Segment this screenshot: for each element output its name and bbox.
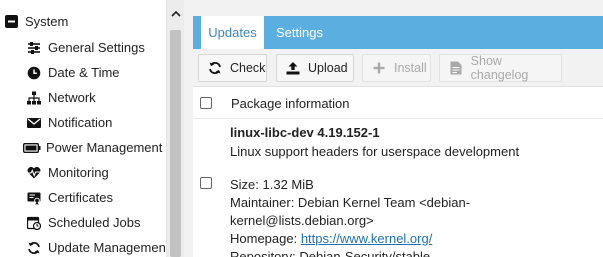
sidebar-item-date-time[interactable]: Date & Time — [0, 60, 166, 85]
package-maintainer: Maintainer: Debian Kernel Team <debian-k… — [230, 195, 471, 228]
scroll-up-arrow-icon[interactable] — [167, 0, 185, 26]
install-button[interactable]: Install — [362, 54, 431, 82]
scrollbar-thumb[interactable] — [170, 30, 181, 257]
sidebar-item-monitoring[interactable]: Monitoring — [0, 160, 166, 185]
upload-icon — [286, 61, 300, 75]
table-row: linux-libc-dev 4.19.152-1 Linux support … — [230, 125, 603, 257]
sidebar-item-network[interactable]: Network — [0, 85, 166, 110]
sidebar-item-system[interactable]: System — [0, 9, 166, 34]
package-name: linux-libc-dev 4.19.152-1 — [230, 125, 380, 140]
sidebar-item-label: Update Management — [48, 240, 166, 255]
sidebar-item-scheduled-jobs[interactable]: Scheduled Jobs — [0, 210, 166, 235]
calendar-clock-icon — [27, 216, 41, 230]
toolbar: Check Upload Install Show changelog — [193, 49, 603, 87]
plus-icon — [372, 61, 386, 75]
check-button[interactable]: Check — [198, 54, 267, 82]
clock-icon — [27, 66, 41, 80]
upload-button-label: Upload — [308, 61, 348, 75]
sidebar-item-label: Power Management — [46, 140, 163, 155]
document-icon — [449, 61, 463, 75]
refresh-icon — [27, 241, 41, 255]
show-changelog-button[interactable]: Show changelog — [439, 54, 562, 82]
show-changelog-button-label: Show changelog — [470, 54, 529, 82]
sidebar-item-label: System — [25, 14, 69, 29]
sidebar-item-update-management[interactable]: Update Management — [0, 235, 166, 257]
sidebar-nav: System General Settings Date & Time Netw… — [0, 0, 166, 257]
panel-top-bar — [193, 0, 603, 16]
envelope-icon — [27, 116, 41, 130]
battery-icon — [23, 141, 41, 155]
refresh-icon — [208, 61, 222, 75]
sidebar-item-general-settings[interactable]: General Settings — [0, 35, 166, 60]
select-all-checkbox[interactable] — [200, 97, 212, 109]
sidebar-item-label: Date & Time — [48, 65, 120, 80]
package-size: Size: 1.32 MiB — [230, 177, 314, 192]
upload-button[interactable]: Upload — [276, 54, 354, 82]
sidebar-item-label: Certificates — [48, 190, 114, 205]
sidebar-item-label: Monitoring — [48, 165, 109, 180]
package-homepage: Homepage: https://www.kernel.org/ — [230, 230, 603, 248]
tab-updates[interactable]: Updates — [201, 16, 264, 49]
main-panel: Updates Settings Check Upload Install Sh… — [193, 0, 603, 257]
column-header-package-information: Package information — [231, 96, 350, 111]
tab-bar: Updates Settings — [193, 16, 603, 49]
collapse-minus-icon[interactable] — [4, 15, 18, 29]
homepage-label: Homepage: — [230, 231, 301, 246]
sidebar-item-label: Network — [48, 90, 96, 105]
network-icon — [27, 91, 41, 105]
check-button-label: Check — [230, 61, 266, 75]
table-header: Package information — [193, 88, 603, 119]
sliders-icon — [27, 41, 41, 55]
package-description: Linux support headers for userspace deve… — [230, 144, 520, 159]
sidebar-item-power-management[interactable]: Power Management — [0, 135, 166, 160]
sidebar-item-label: Notification — [48, 115, 113, 130]
row-select-checkbox[interactable] — [200, 177, 212, 189]
heartbeat-icon — [27, 166, 41, 180]
certificate-icon — [27, 191, 41, 205]
panel-divider — [184, 0, 193, 257]
homepage-link[interactable]: https://www.kernel.org/ — [301, 231, 433, 246]
sidebar-scrollbar[interactable] — [166, 0, 184, 257]
sidebar-item-label: Scheduled Jobs — [48, 215, 141, 230]
sidebar-item-notification[interactable]: Notification — [0, 110, 166, 135]
package-repository: Repository: Debian-Security/stable — [230, 249, 431, 257]
sidebar-item-label: General Settings — [48, 40, 145, 55]
sidebar-item-certificates[interactable]: Certificates — [0, 185, 166, 210]
install-button-label: Install — [394, 61, 427, 75]
tab-settings[interactable]: Settings — [276, 16, 323, 49]
